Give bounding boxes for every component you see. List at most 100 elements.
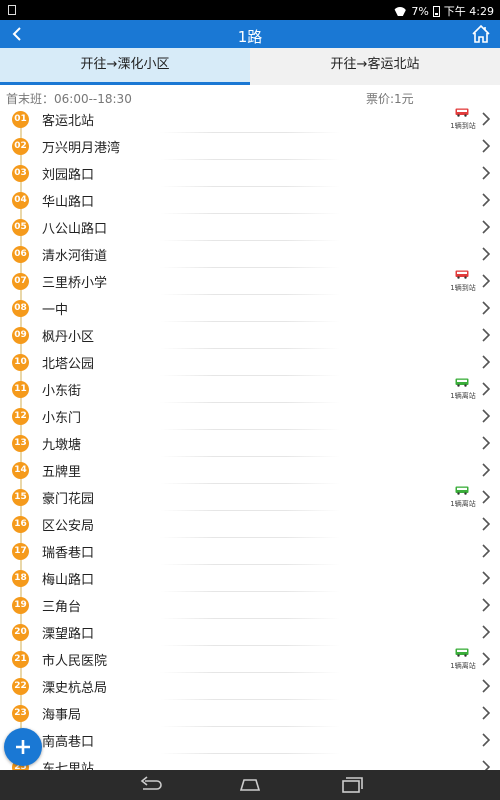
app-header: 1路 — [0, 20, 500, 48]
stop-name: 刘园路口 — [42, 168, 95, 183]
chevron-right-icon — [482, 544, 490, 558]
stop-name: 枫丹小区 — [42, 330, 95, 345]
status-bar: 7% 下午 4:29 — [0, 0, 500, 20]
bus-status-text: 1辆离站 — [450, 392, 476, 400]
stop-name: 东七里站 — [42, 762, 95, 770]
stop-row[interactable]: 14 五牌里 — [0, 457, 500, 484]
chevron-right-icon — [482, 355, 490, 369]
stop-number-badge: 23 — [12, 705, 29, 722]
tab-direction-1[interactable]: 开往→溧化小区 — [0, 48, 250, 85]
stop-row[interactable]: 12 小东门 — [0, 403, 500, 430]
stop-number-badge: 14 — [12, 462, 29, 479]
chevron-right-icon — [482, 274, 490, 288]
stop-row[interactable]: 13 九墩塘 — [0, 430, 500, 457]
stop-row[interactable]: 11 小东街 1辆离站 — [0, 376, 500, 403]
bus-status-text: 1辆离站 — [450, 500, 476, 508]
stop-row[interactable]: 08 一中 — [0, 295, 500, 322]
stop-number-badge: 07 — [12, 273, 29, 290]
service-hours: 首末班：06:00--18:30 — [6, 92, 132, 106]
bus-icon — [455, 378, 469, 387]
stop-number-badge: 11 — [12, 381, 29, 398]
chevron-right-icon — [482, 328, 490, 342]
chevron-right-icon — [482, 571, 490, 585]
stop-row[interactable]: 19 三角台 — [0, 592, 500, 619]
chevron-right-icon — [482, 220, 490, 234]
bus-status: 1辆离站 — [446, 377, 478, 401]
bus-icon — [455, 486, 469, 495]
bus-status-text: 1辆离站 — [450, 662, 476, 670]
stop-name: 八公山路口 — [42, 222, 108, 237]
stop-row[interactable]: 22 溧史杭总局 — [0, 673, 500, 700]
stop-row[interactable]: 21 市人民医院 1辆离站 — [0, 646, 500, 673]
back-button[interactable] — [6, 22, 28, 46]
stop-row[interactable]: 03 刘园路口 — [0, 160, 500, 187]
stop-row[interactable]: 24南高巷口 — [0, 727, 500, 754]
bus-status: 1辆到站 — [446, 269, 478, 293]
stop-row[interactable]: 07 三里桥小学 1辆到站 — [0, 268, 500, 295]
stop-row[interactable]: 16 区公安局 — [0, 511, 500, 538]
stop-number-badge: 12 — [12, 408, 29, 425]
stop-number-badge: 06 — [12, 246, 29, 263]
chevron-right-icon — [482, 760, 490, 770]
stop-number-badge: 19 — [12, 597, 29, 614]
chevron-right-icon — [482, 301, 490, 315]
bus-icon — [455, 108, 469, 117]
tab-direction-2[interactable]: 开往→客运北站 — [250, 48, 500, 85]
bus-status: 1辆到站 — [446, 107, 478, 131]
stop-row[interactable]: 25 东七里站 — [0, 754, 500, 770]
home-nav-icon[interactable] — [237, 775, 263, 795]
stop-row[interactable]: 06 清水河街道 — [0, 241, 500, 268]
plus-icon — [16, 740, 30, 754]
stop-row[interactable]: 09 枫丹小区 — [0, 322, 500, 349]
battery-icon — [432, 5, 440, 17]
stop-name: 溧史杭总局 — [42, 681, 108, 696]
stop-list[interactable]: 01 客运北站 1辆到站 02 万兴明月港湾 03 刘园路口 04 华山路口 05 八公山路口 06 清… — [0, 106, 500, 770]
chevron-right-icon — [482, 436, 490, 450]
stop-row[interactable]: 23 海事局 — [0, 700, 500, 727]
home-icon[interactable] — [470, 23, 492, 45]
bus-icon — [455, 648, 469, 657]
fare: 票价:1元 — [366, 92, 414, 106]
stop-number-badge: 01 — [12, 111, 29, 128]
stop-row[interactable]: 05 八公山路口 — [0, 214, 500, 241]
stop-row[interactable]: 04 华山路口 — [0, 187, 500, 214]
chevron-right-icon — [482, 247, 490, 261]
stop-name: 市人民医院 — [42, 654, 108, 669]
stop-number-badge: 08 — [12, 300, 29, 317]
stop-row[interactable]: 18 梅山路口 — [0, 565, 500, 592]
stop-name: 华山路口 — [42, 195, 95, 210]
stop-number-badge: 18 — [12, 570, 29, 587]
stop-name: 三里桥小学 — [42, 276, 108, 291]
bus-icon — [455, 270, 469, 279]
stop-number-badge: 21 — [12, 651, 29, 668]
chevron-right-icon — [482, 598, 490, 612]
stop-row[interactable]: 20 溧望路口 — [0, 619, 500, 646]
stop-row[interactable]: 02 万兴明月港湾 — [0, 133, 500, 160]
stop-number-badge: 03 — [12, 165, 29, 182]
chevron-left-icon — [12, 27, 21, 41]
chevron-right-icon — [482, 409, 490, 423]
stop-number-badge: 13 — [12, 435, 29, 452]
bus-status: 1辆离站 — [446, 485, 478, 509]
stop-row[interactable]: 01 客运北站 1辆到站 — [0, 106, 500, 133]
stop-row[interactable]: 15 豪门花园 1辆离站 — [0, 484, 500, 511]
bus-status-text: 1辆到站 — [450, 122, 476, 130]
battery-percent: 7% — [411, 4, 429, 18]
chevron-right-icon — [482, 463, 490, 477]
stop-name: 海事局 — [42, 708, 82, 723]
recent-apps-icon[interactable] — [339, 775, 365, 795]
stop-name: 三角台 — [42, 600, 82, 615]
stop-row[interactable]: 17 瑞香巷口 — [0, 538, 500, 565]
clock: 下午 4:29 — [443, 5, 494, 18]
add-button[interactable] — [4, 728, 42, 766]
stop-name: 豪门花园 — [42, 492, 95, 507]
chevron-right-icon — [482, 517, 490, 531]
stop-row[interactable]: 10 北塔公园 — [0, 349, 500, 376]
navigation-bar — [0, 770, 500, 800]
back-nav-icon[interactable] — [137, 775, 163, 795]
stop-number-badge: 04 — [12, 192, 29, 209]
stop-number-badge: 16 — [12, 516, 29, 533]
notification-icon — [8, 5, 16, 15]
direction-tabs: 开往→溧化小区 开往→客运北站 — [0, 48, 500, 85]
stop-name: 九墩塘 — [42, 438, 82, 453]
